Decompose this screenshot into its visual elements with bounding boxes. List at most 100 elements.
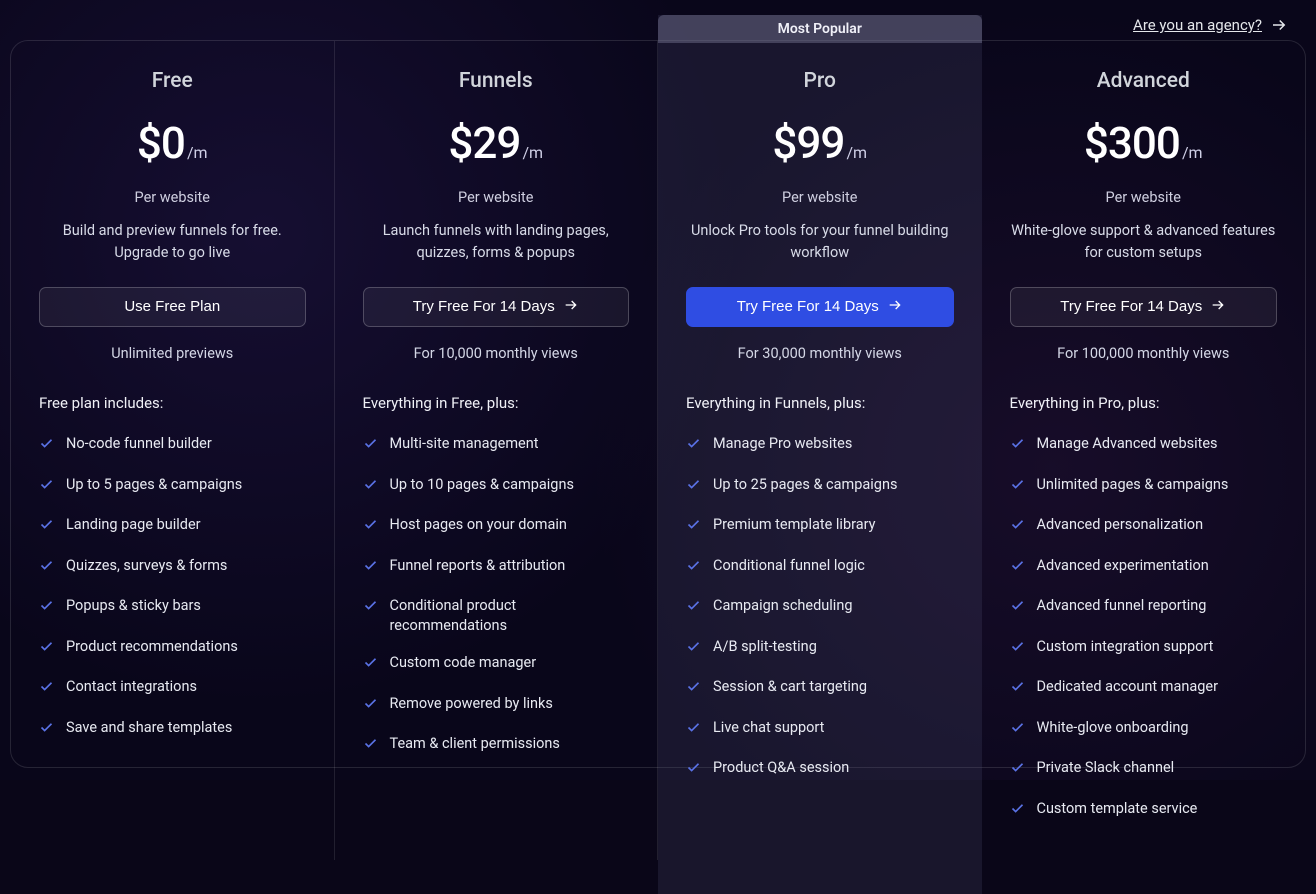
per-website-label: Per website [39,189,306,206]
agency-link[interactable]: Are you an agency? [1133,16,1288,34]
plan-name: Funnels [363,69,630,93]
check-icon [363,694,378,717]
feature-text: Campaign scheduling [713,596,852,616]
plan-description: White-glove support & advanced features … [1010,220,1278,265]
feature-item: Save and share templates [39,718,306,741]
feature-text: Conditional product recommendations [390,596,630,635]
feature-text: Popups & sticky bars [66,596,201,616]
feature-text: Unlimited pages & campaigns [1037,475,1229,495]
feature-item: Funnel reports & attribution [363,556,630,579]
feature-text: Advanced funnel reporting [1037,596,1207,616]
feature-item: Custom template service [1010,799,1278,822]
arrow-right-icon [887,297,903,317]
feature-text: Save and share templates [66,718,232,738]
feature-text: White-glove onboarding [1037,718,1189,738]
check-icon [39,515,54,538]
feature-text: Contact integrations [66,677,197,697]
includes-heading: Everything in Pro, plus: [1010,394,1278,412]
plan-post-label: For 100,000 monthly views [1010,345,1278,362]
price-period: /m [187,143,208,162]
check-icon [39,637,54,660]
price-amount: $99 [772,117,844,169]
feature-item: Up to 5 pages & campaigns [39,475,306,498]
check-icon [686,718,701,741]
feature-item: Team & client permissions [363,734,630,757]
feature-item: Product Q&A session [686,758,954,781]
per-website-label: Per website [1010,189,1278,206]
cta-label: Try Free For 14 Days [1060,298,1202,315]
feature-text: Conditional funnel logic [713,556,865,576]
feature-item: Landing page builder [39,515,306,538]
plan-cta-button[interactable]: Use Free Plan [39,287,306,327]
plan-cta-button[interactable]: Try Free For 14 Days [1010,287,1278,327]
feature-text: Dedicated account manager [1037,677,1219,697]
check-icon [363,515,378,538]
feature-text: Product recommendations [66,637,238,657]
feature-item: Up to 10 pages & campaigns [363,475,630,498]
feature-item: Conditional product recommendations [363,596,630,635]
plan-post-label: Unlimited previews [39,345,306,362]
feature-text: Quizzes, surveys & forms [66,556,227,576]
price-period: /m [522,143,543,162]
feature-text: Team & client permissions [390,734,560,754]
check-icon [39,596,54,619]
feature-item: Conditional funnel logic [686,556,954,579]
plan-cta-button[interactable]: Try Free For 14 Days [363,287,630,327]
feature-text: Multi-site management [390,434,539,454]
check-icon [363,434,378,457]
check-icon [363,475,378,498]
plan-pro: Most PopularPro$99/mPer websiteUnlock Pr… [658,15,982,894]
feature-text: Premium template library [713,515,876,535]
feature-text: Private Slack channel [1037,758,1175,778]
feature-text: Manage Advanced websites [1037,434,1218,454]
plan-post-label: For 10,000 monthly views [363,345,630,362]
check-icon [1010,556,1025,579]
feature-text: Remove powered by links [390,694,553,714]
feature-text: No-code funnel builder [66,434,212,454]
arrow-right-icon [1210,297,1226,317]
check-icon [39,475,54,498]
feature-item: Quizzes, surveys & forms [39,556,306,579]
check-icon [363,556,378,579]
feature-text: Advanced experimentation [1037,556,1209,576]
feature-item: Product recommendations [39,637,306,660]
check-icon [686,637,701,660]
check-icon [1010,475,1025,498]
feature-item: Popups & sticky bars [39,596,306,619]
feature-text: Live chat support [713,718,824,738]
plan-advanced: Advanced $300/m Per website White-glove sup… [982,41,1306,860]
check-icon [1010,758,1025,781]
feature-text: A/B split-testing [713,637,817,657]
includes-heading: Everything in Funnels, plus: [686,394,954,412]
check-icon [686,556,701,579]
feature-text: Manage Pro websites [713,434,852,454]
feature-item: Campaign scheduling [686,596,954,619]
feature-text: Host pages on your domain [390,515,567,535]
feature-text: Landing page builder [66,515,201,535]
check-icon [363,734,378,757]
check-icon [363,596,378,619]
plan-price: $300/m [1010,117,1278,169]
feature-list: No-code funnel builder Up to 5 pages & ca… [39,434,306,741]
plan-description: Build and preview funnels for free. Upgr… [39,220,306,265]
check-icon [363,653,378,676]
price-amount: $29 [448,117,520,169]
plan-free: Free$0/mPer websiteBuild and preview fun… [11,41,335,860]
feature-text: Custom template service [1037,799,1198,819]
price-amount: $0 [137,117,185,169]
plan-description: Unlock Pro tools for your funnel buildin… [686,220,954,265]
check-icon [1010,434,1025,457]
feature-list: Manage Advanced websites Unlimited pages … [1010,434,1278,822]
cta-label: Try Free For 14 Days [413,298,555,315]
check-icon [39,556,54,579]
feature-item: Private Slack channel [1010,758,1278,781]
plan-cta-button[interactable]: Try Free For 14 Days [686,287,954,327]
check-icon [39,434,54,457]
feature-text: Session & cart targeting [713,677,867,697]
check-icon [686,475,701,498]
check-icon [1010,677,1025,700]
feature-item: Remove powered by links [363,694,630,717]
plan-name: Advanced [1010,69,1278,93]
feature-item: Dedicated account manager [1010,677,1278,700]
feature-item: Custom code manager [363,653,630,676]
